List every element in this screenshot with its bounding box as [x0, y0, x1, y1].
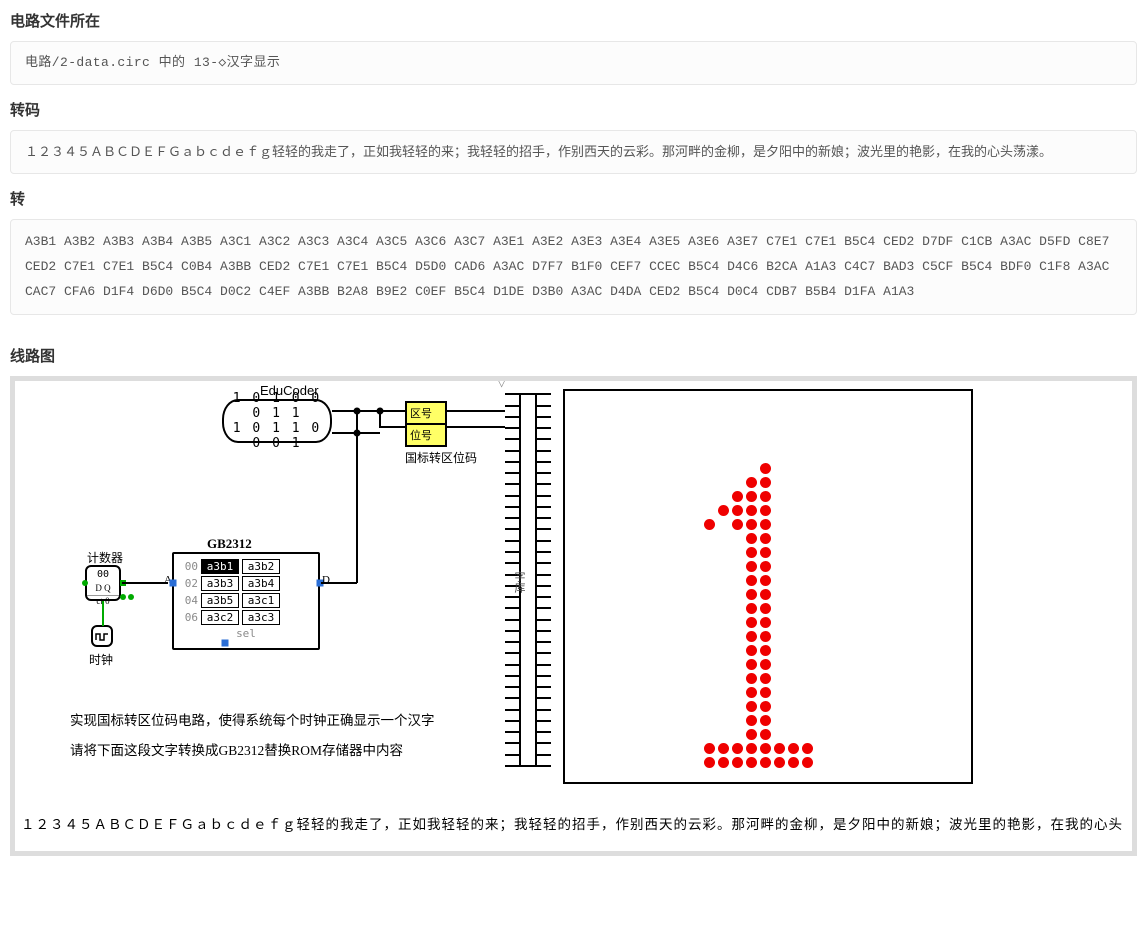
arrow-icon: ▽	[497, 376, 506, 390]
caption-2: 请将下面这段文字转换成GB2312替换ROM存储器中内容	[70, 739, 403, 759]
pin-d: D	[322, 574, 330, 586]
section-title-circuit: 线路图	[10, 345, 1137, 366]
rom-title: GB2312	[207, 536, 252, 552]
educoder-bits1: 1 0 1 0 0 0 1 1	[224, 391, 330, 421]
clock-label: 时钟	[89, 651, 113, 668]
circuit-diagram: EduCoder 1 0 1 0 0 0 1 1 1 0 1 1 0 0 0 1…	[10, 376, 1137, 856]
transcode-body: １２３４５ＡＢＣＤＥＦＧａｂｃｄｅｆｇ轻轻的我走了，正如我轻轻的来；我轻轻的招手…	[10, 130, 1137, 174]
educoder-bits2: 1 0 1 1 0 0 0 1	[224, 421, 330, 451]
section-title-transcode: 转码	[10, 99, 1137, 120]
counter-box: 00 D Q ct 0	[85, 565, 121, 601]
qw-qu: 区号	[407, 403, 445, 423]
hex-codes: A3B1 A3B2 A3B3 A3B4 A3B5 A3C1 A3C2 A3C3 …	[10, 219, 1137, 315]
educoder-box: 1 0 1 0 0 0 1 1 1 0 1 1 0 0 0 1	[222, 399, 332, 443]
section-title-trans: 转	[10, 188, 1137, 209]
qw-wei: 位号	[407, 423, 445, 445]
section-title-file: 电路文件所在	[10, 10, 1137, 31]
footer-text: １２３４５ＡＢＣＤＥＦＧａｂｃｄｅｆｇ轻轻的我走了，正如我轻轻的来；我轻轻的招手…	[21, 813, 1123, 833]
counter-val: 00	[87, 569, 119, 581]
counter-io: D Q	[87, 583, 119, 594]
caption-1: 实现国标转区位码电路，使得系统每个时钟正确显示一个汉字	[70, 709, 435, 729]
file-path-box: 电路/2-data.circ 中的 13-◇汉字显示	[10, 41, 1137, 85]
qw-caption: 国标转区位码	[405, 449, 477, 466]
counter-label: 计数器	[87, 549, 123, 566]
clock-box	[91, 625, 113, 647]
rom-box: 00a3b1a3b202a3b3a3b404a3b5a3c106a3c2a3c3…	[172, 552, 320, 650]
display-panel	[563, 389, 973, 784]
bus-label: 字库	[511, 571, 527, 593]
